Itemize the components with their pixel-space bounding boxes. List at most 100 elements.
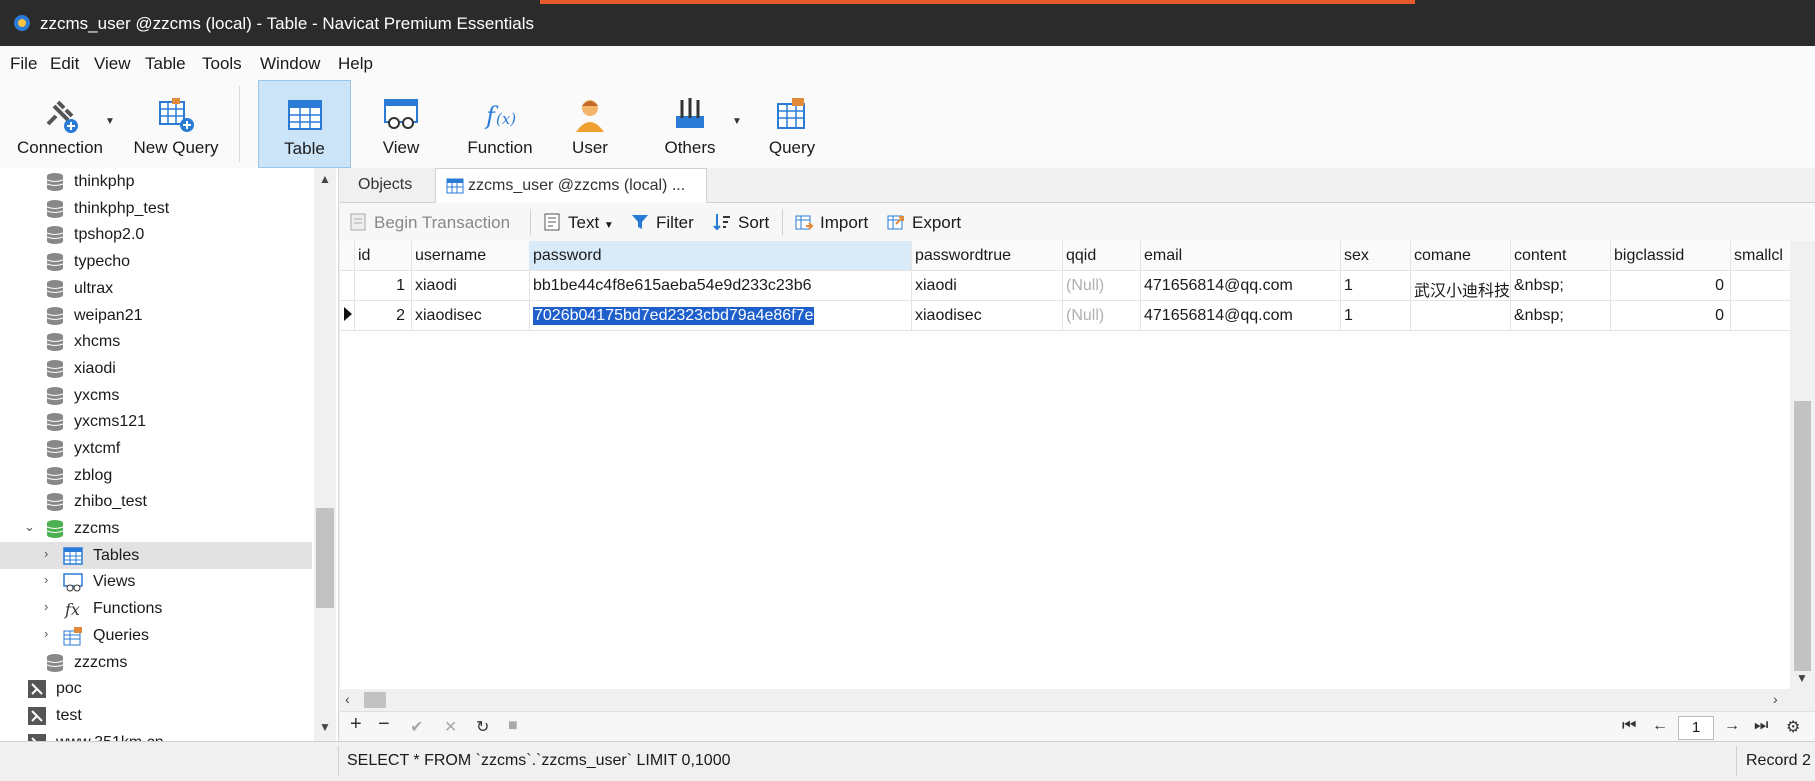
grid-vertical-scrollbar[interactable]: ▼ (1790, 241, 1815, 689)
previous-page-icon[interactable]: ← (1652, 717, 1668, 735)
filter-button[interactable]: Filter (630, 212, 694, 233)
table-row[interactable]: 1 xiaodi bb1be44c4f8e615aeba54e9d233c23b6 x… (340, 271, 1791, 301)
sidebar-scroll-thumb[interactable] (316, 508, 334, 608)
menu-help[interactable]: Help (338, 54, 373, 74)
tree-item-connection[interactable]: test (0, 702, 312, 729)
sidebar-scrollbar[interactable]: ▲ ▼ (314, 168, 336, 741)
tree-item-views[interactable]: › Views (0, 568, 312, 595)
first-page-icon[interactable]: ⏮ (1622, 717, 1636, 735)
grid-cell[interactable]: bb1be44c4f8e615aeba54e9d233c23b6 (529, 271, 912, 300)
tree-item-queries[interactable]: › Queries (0, 622, 312, 649)
grid-cell[interactable] (1730, 271, 1791, 300)
scroll-down-icon[interactable]: ▼ (319, 720, 331, 734)
column-header-sex[interactable]: sex (1340, 241, 1411, 270)
menu-tools[interactable]: Tools (202, 54, 242, 74)
tree-item-functions[interactable]: › fx Functions (0, 595, 312, 622)
menu-window[interactable]: Window (260, 54, 320, 74)
export-button[interactable]: Export (886, 212, 961, 233)
grid-vertical-scroll-thumb[interactable] (1794, 401, 1811, 671)
delete-record-icon[interactable]: − (378, 713, 390, 736)
refresh-icon[interactable]: ↻ (476, 717, 489, 737)
grid-cell[interactable]: &nbsp; (1510, 301, 1611, 330)
others-dropdown-icon[interactable]: ▼ (732, 116, 742, 127)
tree-item-database[interactable]: zzzcms (0, 649, 312, 676)
tree-item-database[interactable]: xhcms (0, 328, 312, 355)
grid-horizontal-scrollbar[interactable]: ‹ › (340, 689, 1815, 711)
grid-cell[interactable]: &nbsp; (1510, 271, 1611, 300)
tree-item-database[interactable]: typecho (0, 248, 312, 275)
add-record-icon[interactable]: + (350, 713, 362, 736)
discard-changes-icon[interactable]: ✕ (444, 717, 457, 737)
scroll-left-icon[interactable]: ‹ (345, 691, 350, 707)
table-row[interactable]: 2 xiaodisec 7026b04175bd7ed2323cbd79a4e86f… (340, 301, 1791, 331)
column-header-id[interactable]: id (354, 241, 412, 270)
tree-item-database[interactable]: xiaodi (0, 355, 312, 382)
scroll-up-icon[interactable]: ▲ (319, 172, 331, 186)
tree-item-database[interactable]: tpshop2.0 (0, 221, 312, 248)
column-header-comane[interactable]: comane (1410, 241, 1511, 270)
grid-cell[interactable]: 0 (1610, 271, 1731, 300)
others-button[interactable]: Others (650, 80, 730, 166)
grid-cell[interactable]: (Null) (1062, 271, 1141, 300)
apply-changes-icon[interactable]: ✔ (410, 717, 423, 737)
view-button[interactable]: View (356, 80, 446, 166)
row-marker[interactable] (340, 301, 355, 330)
sort-button[interactable]: Sort (712, 212, 769, 233)
gear-icon[interactable]: ⚙ (1786, 717, 1800, 737)
tree-item-database[interactable]: yxcms121 (0, 408, 312, 435)
chevron-down-icon[interactable]: ⌄ (24, 519, 35, 535)
grid-cell[interactable]: 1 (1340, 271, 1411, 300)
grid-cell[interactable]: xiaodisec (411, 301, 530, 330)
grid-cell[interactable]: 0 (1610, 301, 1731, 330)
scroll-down-icon[interactable]: ▼ (1796, 671, 1808, 685)
tree-item-database[interactable]: zhibo_test (0, 488, 312, 515)
column-header-email[interactable]: email (1140, 241, 1341, 270)
user-button[interactable]: User (550, 80, 630, 166)
text-view-button[interactable]: Text ▼ (542, 212, 614, 233)
tab-objects[interactable]: Objects (340, 168, 434, 202)
tab-zzcms-user[interactable]: zzcms_user @zzcms (local) ... (435, 168, 707, 203)
tree-item-tables[interactable]: › Tables (0, 542, 312, 569)
tree-item-database[interactable]: ultrax (0, 275, 312, 302)
connection-button[interactable]: Connection (8, 80, 112, 166)
new-query-button[interactable]: New Query (120, 80, 232, 166)
tree-item-database-open[interactable]: ⌄ zzcms (0, 515, 312, 542)
menu-edit[interactable]: Edit (50, 54, 79, 74)
chevron-right-icon[interactable]: › (44, 626, 48, 641)
grid-cell[interactable]: 471656814@qq.com (1140, 271, 1341, 300)
table-button[interactable]: Table (258, 80, 351, 168)
text-dropdown-icon[interactable]: ▼ (604, 220, 614, 231)
grid-cell[interactable]: xiaodisec (911, 301, 1063, 330)
tree-item-database[interactable]: yxtcmf (0, 435, 312, 462)
last-page-icon[interactable]: ⏭ (1754, 717, 1768, 735)
query-button[interactable]: Query (750, 80, 834, 166)
grid-cell[interactable]: 7026b04175bd7ed2323cbd79a4e86f7e (529, 301, 912, 330)
grid-horizontal-scroll-thumb[interactable] (364, 692, 386, 708)
column-header-username[interactable]: username (411, 241, 530, 270)
column-header-qqid[interactable]: qqid (1062, 241, 1141, 270)
grid-cell[interactable]: 1 (354, 271, 412, 300)
grid-cell[interactable]: 1 (1340, 301, 1411, 330)
tree-item-database[interactable]: thinkphp (0, 168, 312, 195)
column-header-password[interactable]: password (529, 241, 912, 270)
column-header-bigclassid[interactable]: bigclassid (1610, 241, 1731, 270)
function-button[interactable]: f (x) Function (450, 80, 550, 166)
page-number-input[interactable]: 1 (1678, 716, 1714, 740)
menu-file[interactable]: File (10, 54, 37, 74)
tree-item-connection[interactable]: poc (0, 675, 312, 702)
grid-cell[interactable]: 471656814@qq.com (1140, 301, 1341, 330)
grid-cell[interactable]: xiaodi (411, 271, 530, 300)
tree-item-database[interactable]: thinkphp_test (0, 195, 312, 222)
grid-cell[interactable]: 2 (354, 301, 412, 330)
import-button[interactable]: Import (794, 212, 868, 233)
stop-icon[interactable]: ■ (508, 717, 518, 735)
next-page-icon[interactable]: → (1724, 717, 1740, 735)
tree-item-database[interactable]: yxcms (0, 382, 312, 409)
column-header-passwordtrue[interactable]: passwordtrue (911, 241, 1063, 270)
grid-cell[interactable]: 武汉小迪科技 (1410, 271, 1511, 300)
grid-cell[interactable] (1410, 301, 1511, 330)
grid-cell[interactable] (1730, 301, 1791, 330)
menu-view[interactable]: View (94, 54, 131, 74)
scroll-right-icon[interactable]: › (1773, 691, 1778, 707)
begin-transaction-button[interactable]: Begin Transaction (348, 212, 510, 233)
